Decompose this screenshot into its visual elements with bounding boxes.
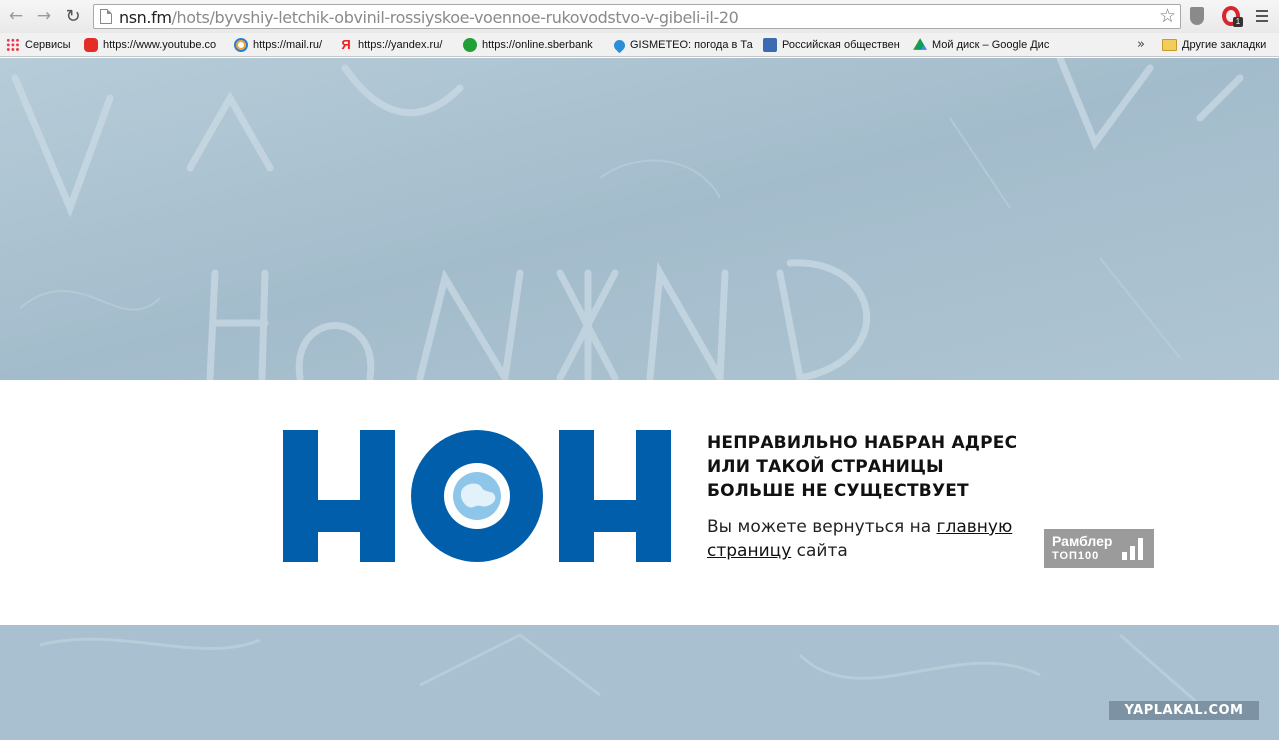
bookmark-star-icon[interactable]: ☆ xyxy=(1159,5,1176,27)
bar-chart-icon xyxy=(1122,538,1144,560)
url-path: /hots/byvshiy-letchik-obvinil-rossiyskoe… xyxy=(171,8,739,27)
apps-grid-icon xyxy=(6,38,20,52)
russian-public-icon xyxy=(763,38,777,52)
more-bookmarks-button[interactable]: » xyxy=(1137,37,1145,52)
rambler-label: Рамблер xyxy=(1052,533,1113,549)
page-icon xyxy=(100,9,112,24)
error-message: Вы можете вернуться на главную страницу … xyxy=(707,515,1027,563)
background-bottom-image xyxy=(0,625,1279,740)
bookmark-label: GISMETEO: погода в Та xyxy=(630,39,753,51)
browser-toolbar: ← → ↻ nsn.fm/hots/byvshiy-letchik-obvini… xyxy=(0,0,1279,33)
bookmark-label: Мой диск – Google Дис xyxy=(932,39,1050,51)
message-prefix: Вы можете вернуться на xyxy=(707,517,937,537)
shield-extension-icon[interactable] xyxy=(1190,7,1204,25)
bookmark-gismeteo[interactable]: GISMETEO: погода в Та xyxy=(614,37,754,53)
rambler-top100-counter[interactable]: Рамблер ТОП100 xyxy=(1044,529,1154,568)
bookmark-label: https://yandex.ru/ xyxy=(358,39,443,51)
url-host: nsn.fm xyxy=(119,8,172,27)
reload-button[interactable]: ↻ xyxy=(62,5,84,27)
sberbank-icon xyxy=(463,38,477,52)
arrow-left-icon: ← xyxy=(8,6,24,26)
bookmark-russian-public[interactable]: Российская обществен xyxy=(763,37,901,53)
chalk-wall-image xyxy=(0,58,1279,380)
arrow-right-icon: → xyxy=(36,6,52,26)
extension-badge: 1 xyxy=(1233,17,1243,27)
bookmark-label: https://mail.ru/ xyxy=(253,39,323,51)
bookmark-yandex[interactable]: Я https://yandex.ru/ xyxy=(339,37,453,53)
gismeteo-icon xyxy=(614,37,628,53)
top100-label: ТОП100 xyxy=(1052,550,1100,562)
google-drive-icon xyxy=(913,38,927,50)
yandex-icon: Я xyxy=(341,37,351,52)
bookmark-youtube[interactable]: https://www.youtube.co xyxy=(84,37,220,53)
other-bookmarks-folder[interactable]: Другие закладки xyxy=(1162,37,1277,53)
bookmark-label: Российская обществен xyxy=(782,39,900,51)
chalk-wall-image xyxy=(0,625,1279,740)
message-suffix: сайта xyxy=(791,541,848,561)
address-bar[interactable]: nsn.fm/hots/byvshiy-letchik-obvinil-ross… xyxy=(93,4,1181,29)
reload-icon: ↻ xyxy=(65,5,81,27)
bookmark-label: https://online.sberbank xyxy=(482,39,593,51)
bookmark-mail-ru[interactable]: https://mail.ru/ xyxy=(234,37,330,53)
background-top-image xyxy=(0,58,1279,380)
bookmark-google-drive[interactable]: Мой диск – Google Дис xyxy=(913,37,1051,53)
mail-ru-icon xyxy=(234,38,248,52)
bookmark-label: https://www.youtube.co xyxy=(103,39,217,51)
forward-button[interactable]: → xyxy=(33,5,55,27)
bookmark-label: Сервисы xyxy=(25,39,71,51)
back-button[interactable]: ← xyxy=(5,5,27,27)
bookmark-sberbank[interactable]: https://online.sberbank xyxy=(463,37,599,53)
chrome-menu-icon[interactable] xyxy=(1256,10,1268,22)
yaplakal-watermark: YAPLAKAL.COM xyxy=(1109,701,1259,720)
error-title: НЕПРАВИЛЬНО НАБРАН АДРЕС ИЛИ ТАКОЙ СТРАН… xyxy=(707,433,1018,501)
bookmark-services[interactable]: Сервисы xyxy=(6,37,76,53)
bookmark-label: Другие закладки xyxy=(1182,39,1267,51)
url-text[interactable]: nsn.fm/hots/byvshiy-letchik-obvinil-ross… xyxy=(119,8,739,27)
logo-404-image xyxy=(283,430,671,562)
youtube-icon xyxy=(84,38,98,52)
folder-icon xyxy=(1162,39,1177,51)
bookmarks-bar: Сервисы https://www.youtube.co https://m… xyxy=(0,33,1279,57)
